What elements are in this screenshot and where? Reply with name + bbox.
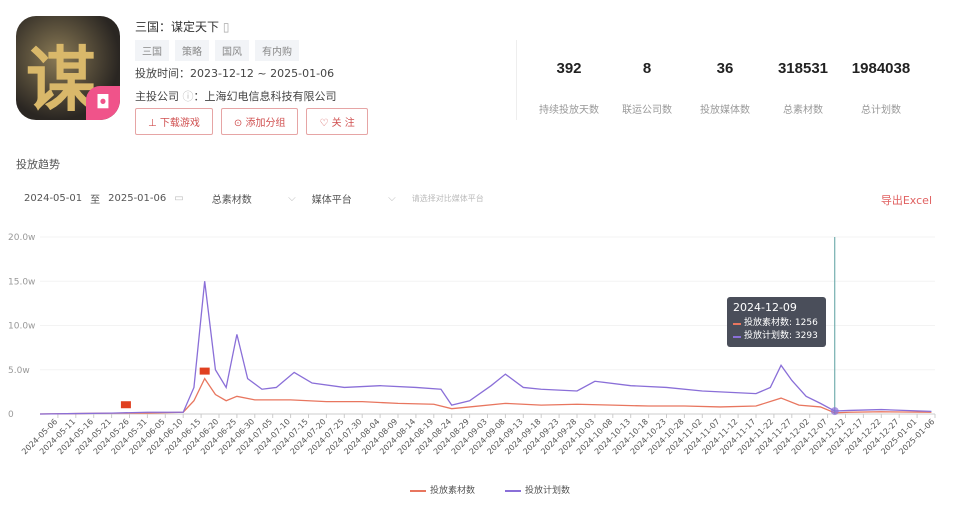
- stat-plans: 1984038 总计划数: [851, 60, 911, 116]
- stat-media: 36 投放媒体数: [700, 60, 750, 116]
- y-tick-label: 0: [8, 410, 14, 420]
- series-line-0: [39, 377, 932, 415]
- chevron-down-icon: ⌵: [388, 192, 396, 204]
- tag[interactable]: 策略: [175, 40, 209, 61]
- tag[interactable]: 三国: [135, 40, 169, 61]
- export-excel-link[interactable]: 导出Excel: [881, 192, 932, 208]
- tag[interactable]: 国风: [215, 40, 249, 61]
- divider: [516, 40, 517, 120]
- period: 投放时间：2023-12-12 ~ 2025-01-06: [135, 67, 335, 80]
- y-tick-label: 5.0w: [8, 366, 30, 376]
- app-icon: 谋 ◘: [16, 16, 120, 120]
- bilibili-icon: ◘: [86, 86, 120, 120]
- follow-button[interactable]: ♡ 关 注: [306, 108, 368, 135]
- stat-materials: 318531 总素材数: [777, 60, 829, 116]
- calendar-icon: ▭: [174, 192, 184, 204]
- chevron-down-icon: ⌵: [288, 192, 296, 204]
- tag[interactable]: 有内购: [255, 40, 299, 61]
- stat-days: 392 持续投放天数: [539, 60, 599, 116]
- date-range-picker[interactable]: 2024-05-01 至 2025-01-06 ▭: [16, 191, 192, 206]
- app-title: 三国：谋定天下 ▯: [135, 20, 230, 34]
- platform-select[interactable]: 媒体平台 ⌵: [304, 191, 404, 206]
- company: 主投公司 ⓘ：上海幻电信息科技有限公司: [135, 90, 337, 103]
- section-title: 投放趋势: [16, 158, 60, 171]
- download-game-button[interactable]: ⊥ 下载游戏: [135, 108, 213, 135]
- cursor-point: [830, 407, 839, 416]
- chart-tooltip: 2024-12-09 投放素材数: 1256 投放计划数: 3293: [727, 297, 826, 347]
- flag-marker: [199, 367, 210, 375]
- legend-plan[interactable]: 投放计划数: [505, 483, 570, 496]
- chart-legend: 投放素材数 投放计划数: [410, 483, 570, 496]
- add-group-button[interactable]: ⊙ 添加分组: [220, 108, 299, 135]
- y-tick-label: 10.0w: [8, 322, 35, 332]
- copy-icon[interactable]: ▯: [223, 20, 230, 34]
- metric-select[interactable]: 总素材数 ⌵: [204, 191, 304, 206]
- legend-material[interactable]: 投放素材数: [410, 483, 475, 496]
- y-tick-label: 15.0w: [8, 277, 35, 287]
- y-tick-label: 20.0w: [8, 233, 35, 243]
- trend-chart[interactable]: 05.0w10.0w15.0w20.0w2024-05-062024-05-11…: [0, 225, 960, 485]
- tag-list: 三国 策略 国风 有内购: [135, 40, 299, 61]
- help-icon[interactable]: ⓘ: [183, 90, 194, 103]
- stat-companies: 8 联运公司数: [622, 60, 672, 116]
- flag-marker: [120, 401, 131, 409]
- stats: 392 持续投放天数 8 联运公司数 36 投放媒体数 318531 总素材数 1984…: [530, 60, 920, 116]
- compare-platform-select[interactable]: 请选择对比媒体平台: [404, 193, 492, 204]
